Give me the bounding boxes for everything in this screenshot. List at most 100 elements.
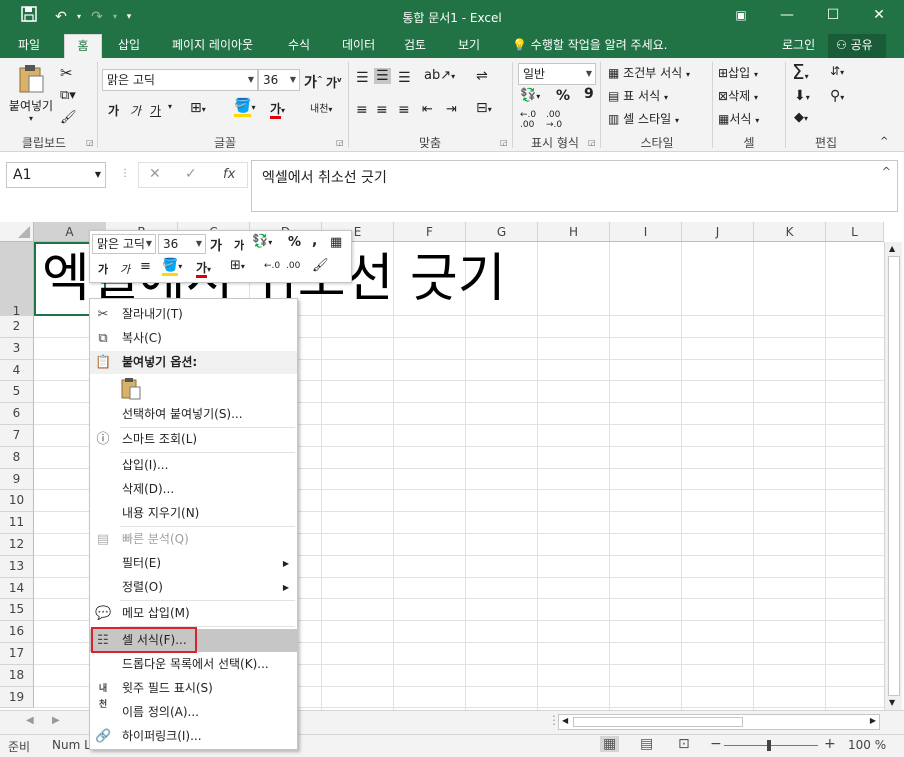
scroll-right-icon[interactable]: ▶ (870, 716, 876, 725)
menu-item-hyperlink[interactable]: 🔗 하이퍼링크(I)... (90, 725, 297, 748)
mini-italic-button[interactable]: 가 (120, 261, 130, 277)
mini-font-color-button[interactable]: 가▾ (196, 259, 211, 278)
row-header[interactable]: 6 (0, 403, 34, 425)
tab-review[interactable]: 검토 (396, 34, 434, 58)
decrease-decimal-icon[interactable]: .00 →.0 (546, 110, 562, 130)
tab-view[interactable]: 보기 (450, 34, 488, 58)
column-header[interactable]: I (610, 222, 682, 242)
row-header[interactable]: 10 (0, 490, 34, 513)
horizontal-scrollbar[interactable]: ◀ ▶ (558, 714, 880, 730)
borders-icon[interactable]: ⊞▾ (190, 100, 206, 116)
copy-icon[interactable]: ⧉▾ (60, 88, 76, 103)
comma-button[interactable]: 9 (584, 86, 594, 102)
row-header[interactable]: 7 (0, 425, 34, 447)
align-bottom-icon[interactable]: ☰ (398, 70, 411, 86)
vertical-scrollbar[interactable]: ▲ ▼ (884, 242, 902, 710)
menu-item-phonetic-field[interactable]: 내천 윗주 필드 표시(S) (90, 677, 297, 710)
menu-item-cut[interactable]: ✂ 잘라내기(T) (90, 303, 297, 326)
row-header[interactable]: 5 (0, 381, 34, 404)
bold-button[interactable]: 가 (108, 102, 119, 119)
scroll-down-icon[interactable]: ▼ (889, 698, 895, 707)
menu-item-pick-from-dropdown[interactable]: 드롭다운 목록에서 선택(K)... (90, 653, 297, 676)
menu-item-paste-special[interactable]: 선택하여 붙여넣기(S)... (90, 403, 297, 426)
prev-sheet-icon[interactable]: ◀ (26, 715, 34, 726)
row-header[interactable]: 11 (0, 512, 34, 534)
row-header[interactable]: 14 (0, 577, 34, 600)
menu-item-sort[interactable]: 정렬(O) ▶ (90, 576, 297, 599)
mini-bold-button[interactable]: 가 (98, 261, 108, 277)
conditional-formatting-button[interactable]: ▦ 조건부 서식 ▾ (608, 64, 690, 81)
column-header[interactable]: J (682, 222, 754, 242)
row-header[interactable]: 9 (0, 468, 34, 491)
menu-item-define-name[interactable]: 이름 정의(A)... (90, 701, 297, 724)
menu-item-clear-contents[interactable]: 내용 지우기(N) (90, 502, 297, 525)
column-header[interactable]: F (394, 222, 466, 242)
row-header[interactable]: 12 (0, 534, 34, 556)
cut-icon[interactable]: ✂ (60, 64, 73, 82)
scroll-left-icon[interactable]: ◀ (562, 716, 568, 725)
dialog-launcher-icon[interactable]: ◲ (336, 138, 346, 148)
row-header[interactable]: 15 (0, 599, 34, 622)
accounting-format-icon[interactable]: 💱▾ (252, 234, 272, 249)
ribbon-display-options-icon[interactable]: ▣ (718, 0, 764, 30)
menu-item-insert[interactable]: 삽입(I)... (90, 454, 297, 477)
select-all-corner[interactable] (0, 222, 34, 242)
accounting-format-icon[interactable]: 💱▾ (520, 88, 540, 103)
increase-decimal-icon[interactable]: ←.0 (264, 261, 280, 271)
insert-cells-button[interactable]: ⊞삽입 ▾ (718, 64, 758, 81)
column-header[interactable]: L (826, 222, 884, 242)
mini-font-size-combo[interactable]: 36 ▼ (158, 234, 206, 254)
decrease-indent-icon[interactable]: ⇤ (422, 102, 433, 117)
paste-option-icon[interactable] (120, 377, 144, 401)
number-format-combo[interactable]: 일반 ▼ (518, 63, 596, 85)
align-right-icon[interactable]: ≡ (398, 102, 410, 118)
tab-data[interactable]: 데이터 (334, 34, 383, 58)
row-header[interactable]: 2 (0, 316, 34, 338)
chevron-down-icon[interactable]: ▾ (168, 102, 172, 111)
format-painter-icon[interactable]: 🖌 (60, 110, 77, 125)
scroll-thumb[interactable] (888, 256, 900, 696)
scroll-up-icon[interactable]: ▲ (889, 244, 895, 253)
row-header[interactable]: 16 (0, 621, 34, 643)
font-name-combo[interactable]: 맑은 고딕 ▼ (102, 69, 258, 91)
mini-font-name-combo[interactable]: 맑은 고딕 ▼ (92, 234, 156, 254)
row-header[interactable]: 18 (0, 664, 34, 687)
zoom-slider[interactable] (724, 745, 818, 746)
percent-button[interactable]: % (556, 88, 570, 104)
page-layout-view-icon[interactable]: ▤ (640, 736, 653, 752)
tell-me-box[interactable]: 💡 수행할 작업을 알려 주세요. (504, 34, 675, 58)
row-header[interactable]: 19 (0, 686, 34, 709)
align-middle-icon[interactable]: ☰ (374, 68, 391, 84)
cell-styles-button[interactable]: ▥ 셀 스타일 ▾ (608, 110, 679, 127)
format-painter-icon[interactable]: 🖌 (312, 258, 329, 273)
column-header[interactable]: K (754, 222, 826, 242)
decrease-font-size-button[interactable]: 가v (326, 74, 342, 91)
align-left-icon[interactable]: ≡ (356, 102, 368, 118)
insert-function-button[interactable]: fx (223, 167, 235, 182)
maximize-button[interactable]: ☐ (810, 0, 856, 30)
menu-item-insert-comment[interactable]: 💬 메모 삽입(M) (90, 602, 297, 625)
next-sheet-icon[interactable]: ▶ (52, 715, 60, 726)
zoom-level[interactable]: 100 % (848, 738, 886, 752)
fill-color-icon[interactable]: 🪣▾ (162, 258, 182, 276)
align-center-icon[interactable]: ≡ (376, 102, 388, 118)
align-top-icon[interactable]: ☰ (356, 70, 369, 86)
find-select-icon[interactable]: ⚲▾ (830, 88, 844, 104)
menu-item-delete[interactable]: 삭제(D)... (90, 478, 297, 501)
increase-decimal-icon[interactable]: ←.0.00 (520, 110, 536, 130)
column-header[interactable]: G (466, 222, 538, 242)
underline-button[interactable]: 가 (150, 102, 161, 119)
row-header[interactable]: 17 (0, 643, 34, 665)
mini-increase-font-button[interactable]: 가 (210, 235, 222, 254)
orientation-icon[interactable]: ab↗▾ (424, 68, 455, 83)
row-header[interactable]: 1 (0, 242, 34, 318)
mini-decrease-font-button[interactable]: 가 (234, 237, 244, 253)
sort-filter-icon[interactable]: ⇵▾ (830, 64, 844, 78)
font-color-button[interactable]: 가▾ (270, 100, 285, 119)
phonetic-guide-button[interactable]: 내천▾ (310, 100, 332, 115)
zoom-out-button[interactable]: − (710, 736, 722, 752)
row-header[interactable]: 8 (0, 446, 34, 469)
menu-item-copy[interactable]: ⧉ 복사(C) (90, 327, 297, 350)
menu-item-smart-lookup[interactable]: ⓘ 스마트 조회(L) (90, 428, 297, 451)
align-center-icon[interactable]: ≡ (140, 259, 151, 274)
